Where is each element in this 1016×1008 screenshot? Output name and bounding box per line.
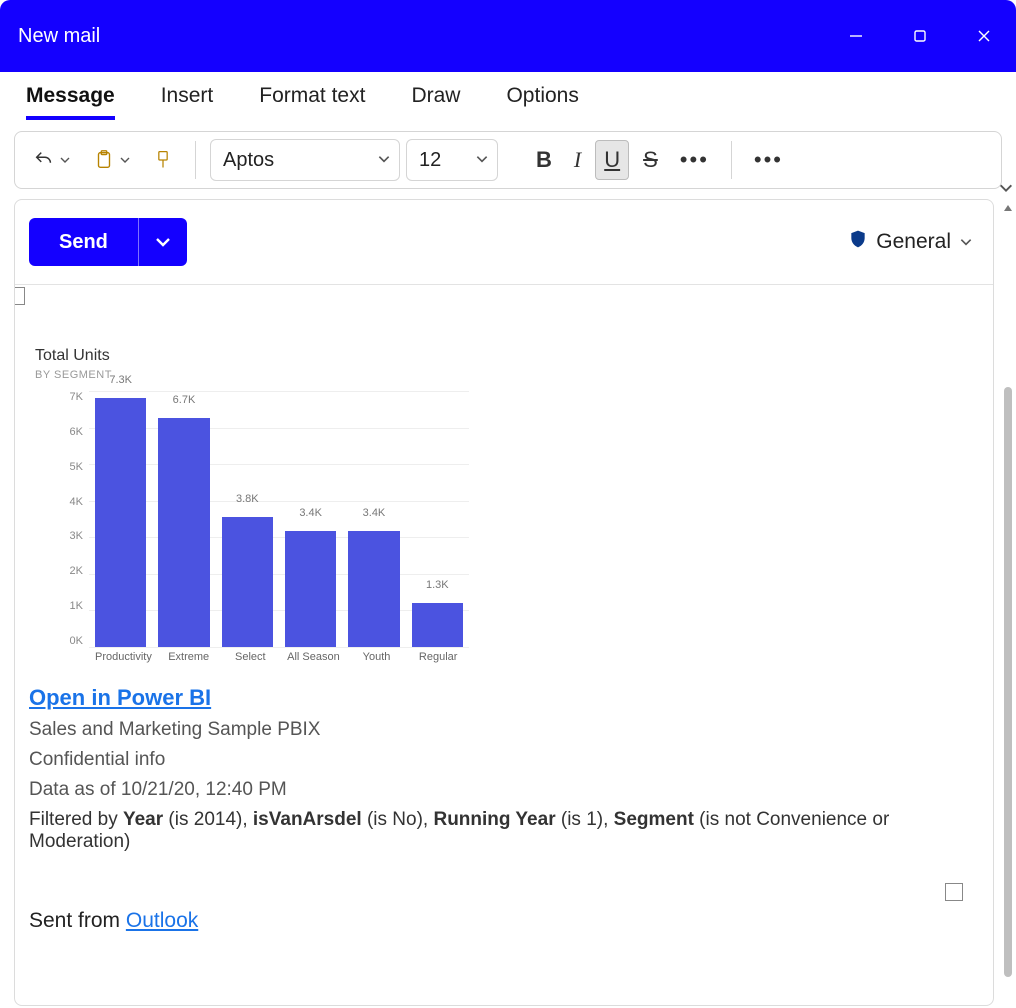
separator: [731, 141, 732, 179]
font-family-select[interactable]: Aptos: [210, 139, 400, 181]
y-tick: 3K: [49, 530, 83, 542]
italic-button[interactable]: I: [566, 140, 589, 180]
shield-icon: [848, 228, 868, 256]
mail-body[interactable]: Total Units BY SEGMENT 7K 6K 5K 4K 3K 2K 1K 0K …: [15, 285, 993, 1005]
bar-value-label: 3.8K: [236, 493, 259, 505]
scroll-up-button[interactable]: [1002, 199, 1014, 217]
compose-window: New mail Message Insert Format text Draw…: [0, 0, 1016, 1008]
formatting-toolbar: Aptos 12 B I U S ••• •••: [14, 131, 1002, 189]
font-size-select[interactable]: 12: [406, 139, 498, 181]
chart-title: Total Units: [35, 347, 469, 365]
chart-bar: 7.3K: [95, 391, 146, 647]
chart-bars: 7.3K 6.7K 3.8K 3.4K 3.4K 1.3K: [89, 391, 469, 647]
send-button[interactable]: Send: [29, 218, 139, 266]
y-tick: 5K: [49, 461, 83, 473]
tab-draw[interactable]: Draw: [411, 84, 460, 120]
bar-value-label: 3.4K: [299, 507, 322, 519]
signature-link[interactable]: Outlook: [126, 909, 198, 932]
selection-handle[interactable]: [15, 287, 25, 305]
bar-value-label: 7.3K: [109, 374, 132, 386]
undo-button[interactable]: [25, 140, 79, 180]
tab-format-text[interactable]: Format text: [259, 84, 365, 120]
window-controls: [824, 0, 1016, 72]
toolbar-wrap: Aptos 12 B I U S ••• •••: [0, 121, 1016, 199]
chart-bar: 3.4K: [285, 391, 336, 647]
bar-rect: [158, 418, 209, 647]
signature-prefix: Sent from: [29, 909, 126, 932]
window-title: New mail: [18, 25, 100, 48]
send-options-button[interactable]: [139, 218, 187, 266]
chevron-down-icon: [377, 149, 391, 172]
more-commands-button[interactable]: •••: [746, 140, 791, 180]
tab-message[interactable]: Message: [26, 84, 115, 120]
report-name: Sales and Marketing Sample PBIX: [29, 719, 979, 741]
chart-y-axis: 7K 6K 5K 4K 3K 2K 1K 0K: [49, 391, 83, 647]
chart-bar: 1.3K: [412, 391, 463, 647]
x-tick: Productivity: [95, 651, 152, 671]
chart-card: Total Units BY SEGMENT 7K 6K 5K 4K 3K 2K 1K 0K …: [29, 347, 469, 671]
x-tick: Extreme: [164, 651, 214, 671]
vertical-scrollbar[interactable]: [1000, 199, 1016, 1006]
format-painter-button[interactable]: [145, 140, 181, 180]
y-tick: 4K: [49, 496, 83, 508]
y-tick: 6K: [49, 426, 83, 438]
selection-handle[interactable]: [945, 883, 963, 901]
minimize-button[interactable]: [824, 0, 888, 72]
chart-plot: 7K 6K 5K 4K 3K 2K 1K 0K 7.3K 6.7K 3.8K 3.4K 3.4K 1.3…: [49, 391, 469, 671]
chevron-down-icon: [959, 235, 973, 249]
maximize-button[interactable]: [888, 0, 952, 72]
chart-bar: 6.7K: [158, 391, 209, 647]
tab-options[interactable]: Options: [506, 84, 578, 120]
font-size-value: 12: [419, 149, 441, 172]
compose-pane: Send General Total Units: [14, 199, 994, 1006]
signature: Sent from Outlook: [29, 909, 979, 933]
bar-rect: [412, 603, 463, 647]
ribbon-tabs: Message Insert Format text Draw Options: [0, 72, 1016, 121]
sensitivity-label: General: [876, 230, 951, 254]
bar-value-label: 3.4K: [363, 507, 386, 519]
bar-rect: [285, 531, 336, 647]
bar-rect: [95, 398, 146, 647]
y-tick: 0K: [49, 635, 83, 647]
chart-x-axis: Productivity Extreme Select All Season Youth…: [89, 651, 469, 671]
underline-button[interactable]: U: [595, 140, 629, 180]
clipboard-button[interactable]: [85, 140, 139, 180]
chart-bar: 3.8K: [222, 391, 273, 647]
chevron-down-icon: [475, 149, 489, 172]
body-area: Send General Total Units: [0, 199, 1016, 1008]
confidential-label: Confidential info: [29, 749, 979, 771]
y-tick: 1K: [49, 600, 83, 612]
separator: [195, 141, 196, 179]
open-in-powerbi-link[interactable]: Open in Power BI: [29, 685, 211, 711]
chart-subtitle: BY SEGMENT: [35, 369, 469, 381]
filter-summary: Filtered by Year (is 2014), isVanArsdel …: [29, 809, 979, 853]
close-button[interactable]: [952, 0, 1016, 72]
strikethrough-button[interactable]: S: [635, 140, 666, 180]
send-split-button[interactable]: Send: [29, 218, 187, 266]
bold-button[interactable]: B: [528, 140, 560, 180]
y-tick: 7K: [49, 391, 83, 403]
bar-rect: [348, 531, 399, 647]
x-tick: Youth: [352, 651, 402, 671]
ribbon-overflow-button[interactable]: [998, 180, 1014, 201]
more-formatting-button[interactable]: •••: [672, 140, 717, 180]
font-family-value: Aptos: [223, 149, 274, 172]
titlebar: New mail: [0, 0, 1016, 72]
x-tick: Select: [226, 651, 276, 671]
x-tick: All Season: [287, 651, 340, 671]
sensitivity-picker[interactable]: General: [848, 228, 973, 256]
tab-insert[interactable]: Insert: [161, 84, 214, 120]
bar-value-label: 6.7K: [173, 394, 196, 406]
data-as-of: Data as of 10/21/20, 12:40 PM: [29, 779, 979, 801]
y-tick: 2K: [49, 565, 83, 577]
x-tick: Regular: [413, 651, 463, 671]
bar-rect: [222, 517, 273, 647]
send-row: Send General: [15, 200, 993, 285]
bar-value-label: 1.3K: [426, 579, 449, 591]
scroll-thumb[interactable]: [1004, 387, 1012, 977]
chart-bar: 3.4K: [348, 391, 399, 647]
